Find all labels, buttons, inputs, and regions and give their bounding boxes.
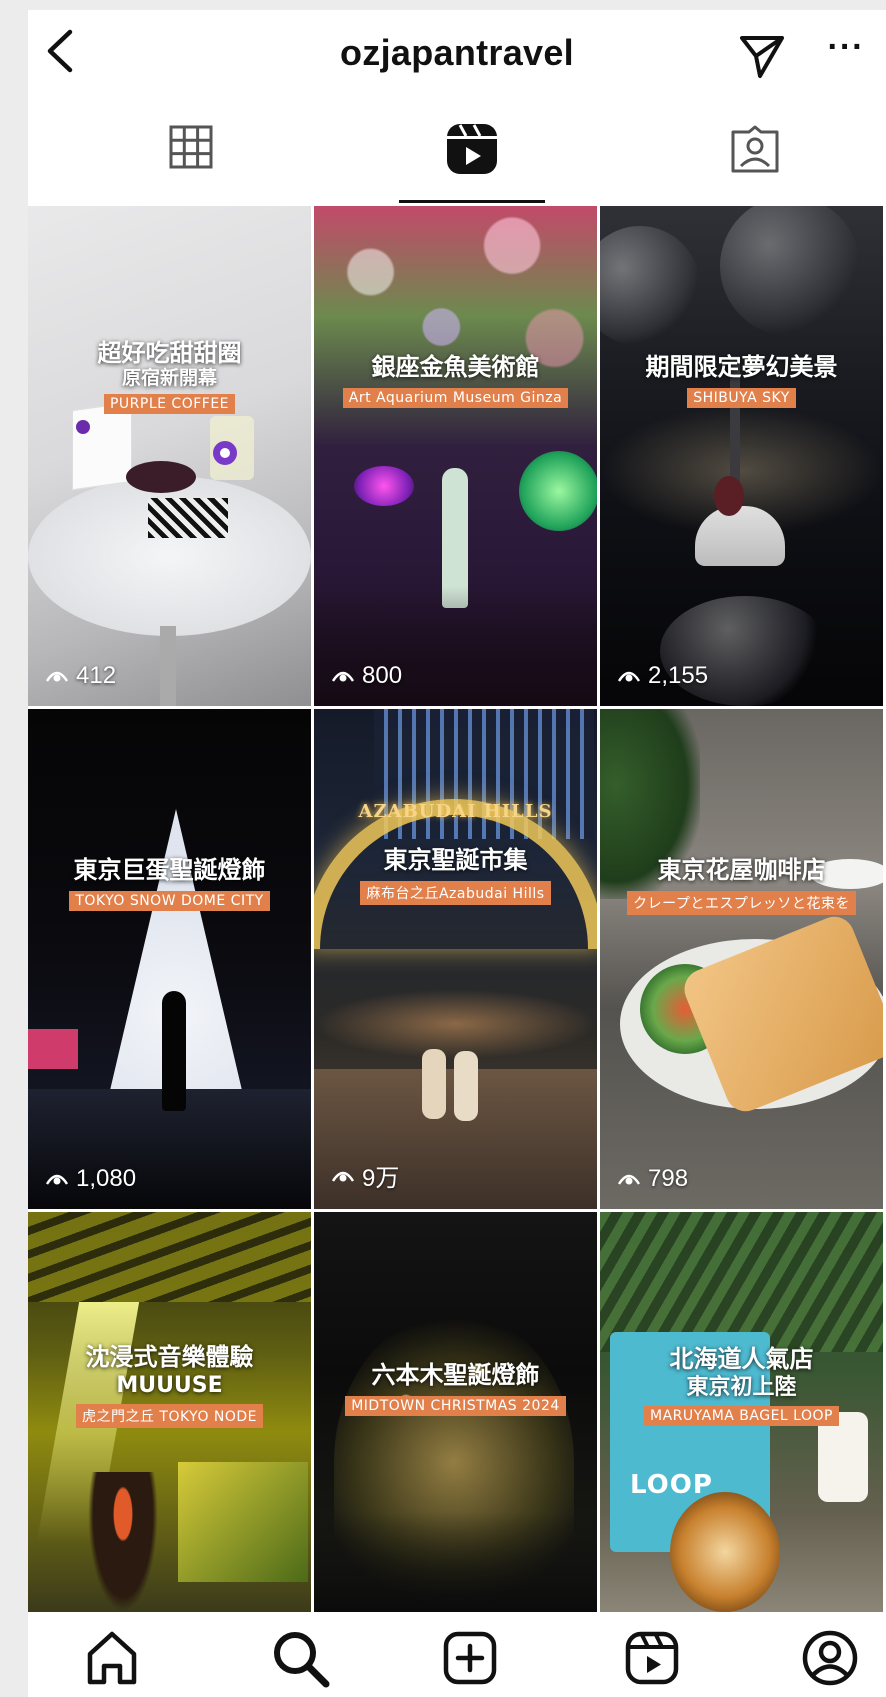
reel-tile[interactable]: AZABUDAI HILLS 東京聖誕市集 麻布台之丘Azabudai Hill…: [314, 709, 597, 1209]
reel-title: 超好吃甜甜圈: [97, 339, 242, 367]
reel-tile[interactable]: 六本木聖誕燈飾 MIDTOWN CHRISTMAS 2024: [314, 1212, 597, 1612]
reel-subtitle: 原宿新開幕: [121, 367, 217, 389]
profile-header: ozjapantravel ···: [28, 10, 886, 100]
view-count: 2,155: [618, 662, 708, 690]
reel-tile[interactable]: 超好吃甜甜圈 原宿新開幕 PURPLE COFFEE 412: [28, 206, 311, 706]
profile-tabs: [28, 100, 886, 206]
reel-tag: Art Aquarium Museum Ginza: [342, 388, 569, 408]
reels-icon: [447, 124, 497, 174]
plus-square-icon: [443, 1631, 497, 1685]
bagel-box-logo: LOOP: [630, 1470, 713, 1500]
play-count-icon: [46, 1174, 68, 1185]
search-icon: [274, 1632, 330, 1688]
grid-icon: [169, 125, 213, 169]
play-count-icon: [332, 671, 354, 682]
view-count: 800: [332, 662, 402, 690]
reel-tag: PURPLE COFFEE: [103, 394, 236, 414]
reel-tag: MARUYAMA BAGEL LOOP: [644, 1406, 839, 1426]
reel-title: 六本木聖誕燈飾: [371, 1361, 540, 1389]
reel-title: 銀座金魚美術館: [371, 353, 540, 381]
play-count-icon: [618, 1174, 640, 1185]
tab-reels[interactable]: [399, 100, 545, 206]
reel-tile[interactable]: 東京花屋咖啡店 クレープとエスプレッソと花束を 798: [600, 709, 883, 1209]
reel-thumbnail: [600, 709, 883, 1209]
reel-title: 東京花屋咖啡店: [657, 856, 826, 884]
home-icon: [87, 1631, 137, 1685]
profile-icon: [802, 1630, 858, 1686]
bottom-navigation: [28, 1614, 886, 1697]
reel-title: 東京巨蛋聖誕燈飾: [73, 856, 266, 884]
reel-tile[interactable]: 東京巨蛋聖誕燈飾 TOKYO SNOW DOME CITY 1,080: [28, 709, 311, 1209]
reel-tag: 麻布台之丘Azabudai Hills: [360, 881, 551, 905]
view-count: 412: [46, 662, 116, 690]
reel-thumbnail: [314, 206, 597, 706]
send-message-button[interactable]: [736, 30, 788, 82]
nav-search-button[interactable]: [268, 1626, 332, 1690]
nav-profile-button[interactable]: [798, 1626, 862, 1690]
tab-tagged[interactable]: [678, 100, 838, 206]
venue-sign-text: AZABUDAI HILLS: [358, 801, 553, 822]
view-count: 9万: [332, 1158, 399, 1193]
reel-title: 沈浸式音樂體驗: [85, 1343, 254, 1371]
reel-title: 北海道人氣店: [669, 1345, 814, 1373]
nav-home-button[interactable]: [80, 1626, 144, 1690]
reel-tile[interactable]: LOOP 北海道人氣店 東京初上陸 MARUYAMA BAGEL LOOP: [600, 1212, 883, 1612]
reel-thumbnail: [28, 206, 311, 706]
reel-thumbnail: [28, 709, 311, 1209]
nav-reels-button[interactable]: [620, 1626, 684, 1690]
reel-tag: TOKYO SNOW DOME CITY: [69, 891, 270, 911]
reel-tile[interactable]: 期間限定夢幻美景 SHIBUYA SKY 2,155: [600, 206, 883, 706]
reel-tag: MIDTOWN CHRISTMAS 2024: [345, 1396, 566, 1416]
view-count: 1,080: [46, 1165, 136, 1193]
reel-tile[interactable]: 銀座金魚美術館 Art Aquarium Museum Ginza 800: [314, 206, 597, 706]
tab-grid[interactable]: [118, 100, 278, 206]
reel-thumbnail: [314, 709, 597, 1209]
more-options-button[interactable]: ···: [821, 28, 871, 68]
reels-icon: [625, 1631, 679, 1685]
reel-title: 東京聖誕市集: [383, 846, 528, 874]
reel-tag: SHIBUYA SKY: [687, 388, 796, 408]
play-count-icon: [618, 671, 640, 682]
view-count: 798: [618, 1165, 688, 1193]
play-count-icon: [332, 1171, 354, 1182]
play-count-icon: [46, 671, 68, 682]
reel-thumbnail: [600, 206, 883, 706]
paper-plane-icon: [740, 36, 784, 78]
reel-title: 期間限定夢幻美景: [645, 353, 838, 381]
reel-tag: クレープとエスプレッソと花束を: [627, 891, 856, 915]
phone-screen: ozjapantravel ··· 超好吃甜甜圈 原宿新開幕 PURPLE CO…: [28, 10, 886, 1697]
active-tab-indicator: [399, 200, 545, 203]
reel-subtitle: MUUUSE: [116, 1373, 223, 1398]
tagged-icon: [731, 125, 779, 173]
reel-subtitle: 東京初上陸: [686, 1375, 797, 1400]
nav-create-button[interactable]: [438, 1626, 502, 1690]
reel-tag: 虎之門之丘 TOKYO NODE: [75, 1404, 264, 1428]
reel-tile[interactable]: 沈浸式音樂體驗 MUUUSE 虎之門之丘 TOKYO NODE: [28, 1212, 311, 1612]
